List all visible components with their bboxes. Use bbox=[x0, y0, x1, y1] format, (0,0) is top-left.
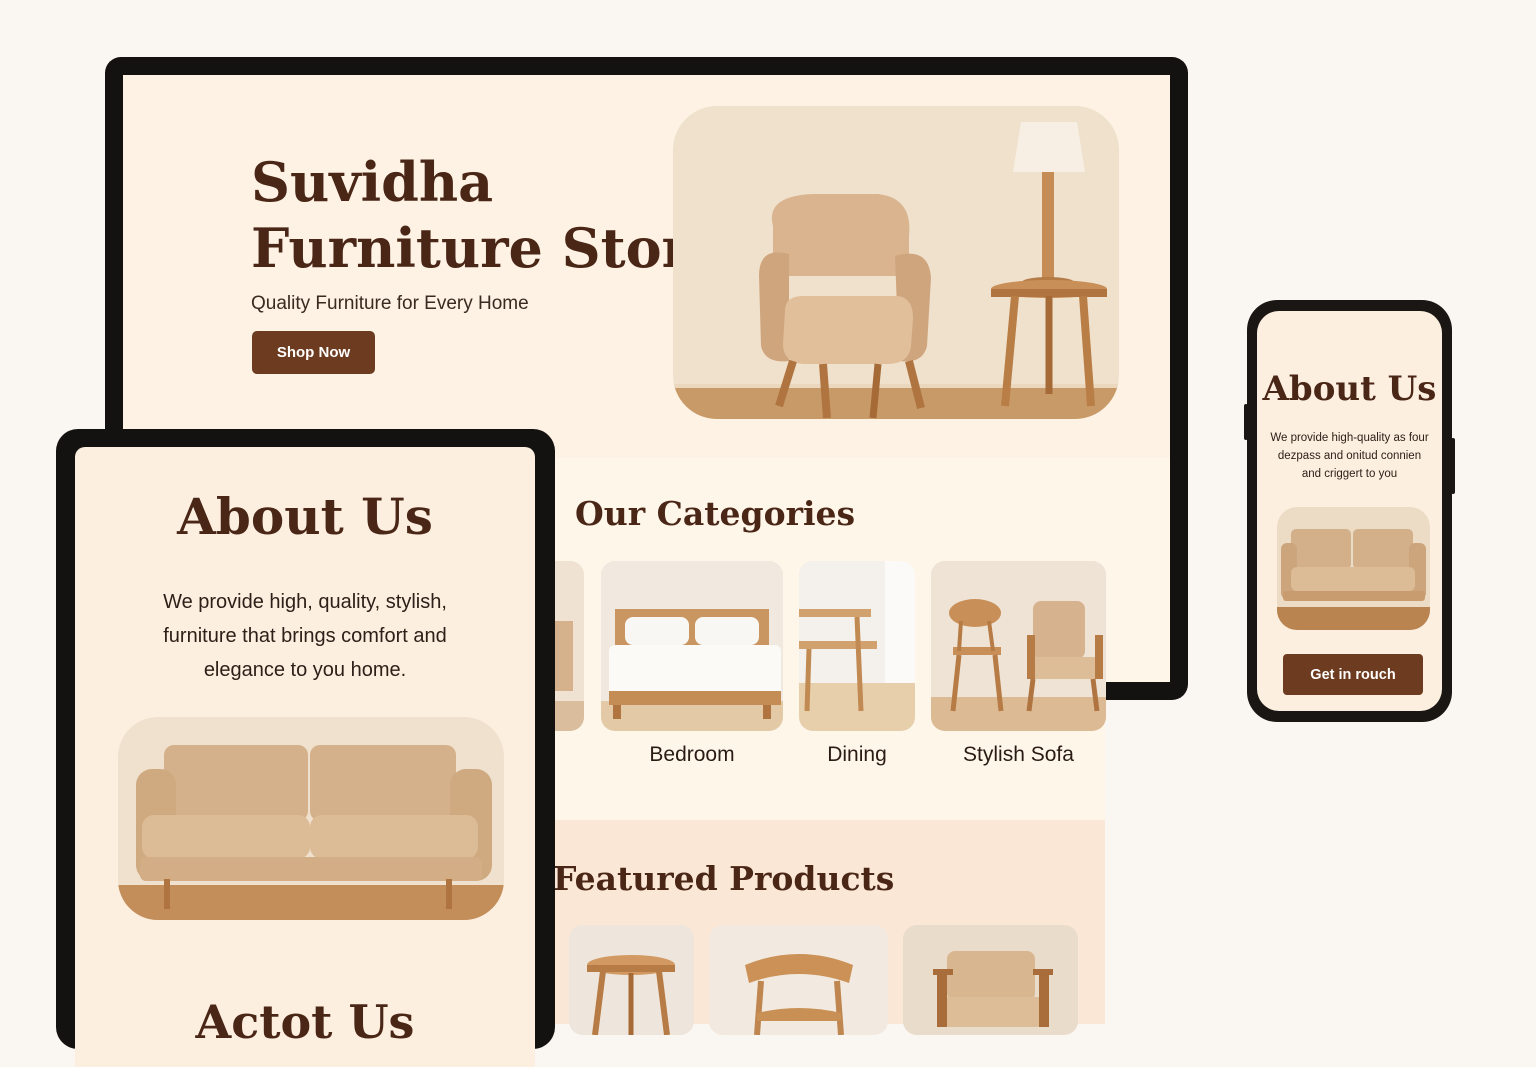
featured-product-2[interactable] bbox=[709, 925, 888, 1035]
armchair-image bbox=[903, 925, 1078, 1035]
category-card-bedroom[interactable] bbox=[601, 561, 783, 731]
lower-sections: Our Categories Bedroom Dining Stylish So… bbox=[543, 458, 1106, 1035]
category-label-dining: Dining bbox=[827, 743, 887, 766]
tablet-screen: About Us We provide high, quality, styli… bbox=[75, 447, 535, 1067]
featured-product-3[interactable] bbox=[903, 925, 1078, 1035]
phone-about-title: About Us bbox=[1262, 369, 1437, 409]
armchair-image bbox=[673, 106, 1119, 419]
hero-subtitle: Quality Furniture for Every Home bbox=[251, 293, 529, 314]
category-label-bedroom: Bedroom bbox=[649, 743, 735, 766]
categories-title: Our Categories bbox=[575, 494, 856, 533]
shop-now-button[interactable]: Shop Now bbox=[252, 331, 375, 374]
category-label-stylish-sofa: Stylish Sofa bbox=[963, 743, 1074, 766]
dining-table-image bbox=[799, 561, 915, 731]
get-in-touch-button[interactable]: Get in rouch bbox=[1283, 654, 1423, 695]
featured-title: Featured Products bbox=[553, 859, 895, 898]
featured-product-1[interactable] bbox=[569, 925, 694, 1035]
sofa-image bbox=[1277, 507, 1430, 630]
chair-image bbox=[709, 925, 888, 1035]
category-card-dining[interactable] bbox=[799, 561, 915, 731]
chair-image bbox=[931, 561, 1106, 731]
tablet-about-title: About Us bbox=[177, 487, 433, 546]
phone-device: About Us We provide high-quality as four… bbox=[1247, 300, 1452, 722]
categories-section: Our Categories Bedroom Dining Stylish So… bbox=[543, 458, 1106, 820]
category-card-stylish-sofa[interactable] bbox=[931, 561, 1106, 731]
phone-about-text: We provide high-quality as four dezpass … bbox=[1270, 432, 1429, 480]
phone-screen: About Us We provide high-quality as four… bbox=[1257, 311, 1442, 711]
hero-title-line2: Furniture Store bbox=[251, 216, 725, 280]
tablet-contact-title: Actot Us bbox=[195, 995, 415, 1049]
tablet-device: About Us We provide high, quality, styli… bbox=[56, 429, 555, 1067]
sofa-image bbox=[118, 717, 504, 920]
side-table-image bbox=[569, 925, 694, 1035]
tablet-about-text: We provide high, quality, stylish, furni… bbox=[163, 591, 447, 681]
hero-title-line1: Suvidha bbox=[251, 150, 494, 214]
bed-image bbox=[601, 561, 783, 731]
featured-section: Featured Products bbox=[553, 820, 1105, 1035]
hero-title: Suvidha Furniture Store bbox=[251, 149, 724, 281]
